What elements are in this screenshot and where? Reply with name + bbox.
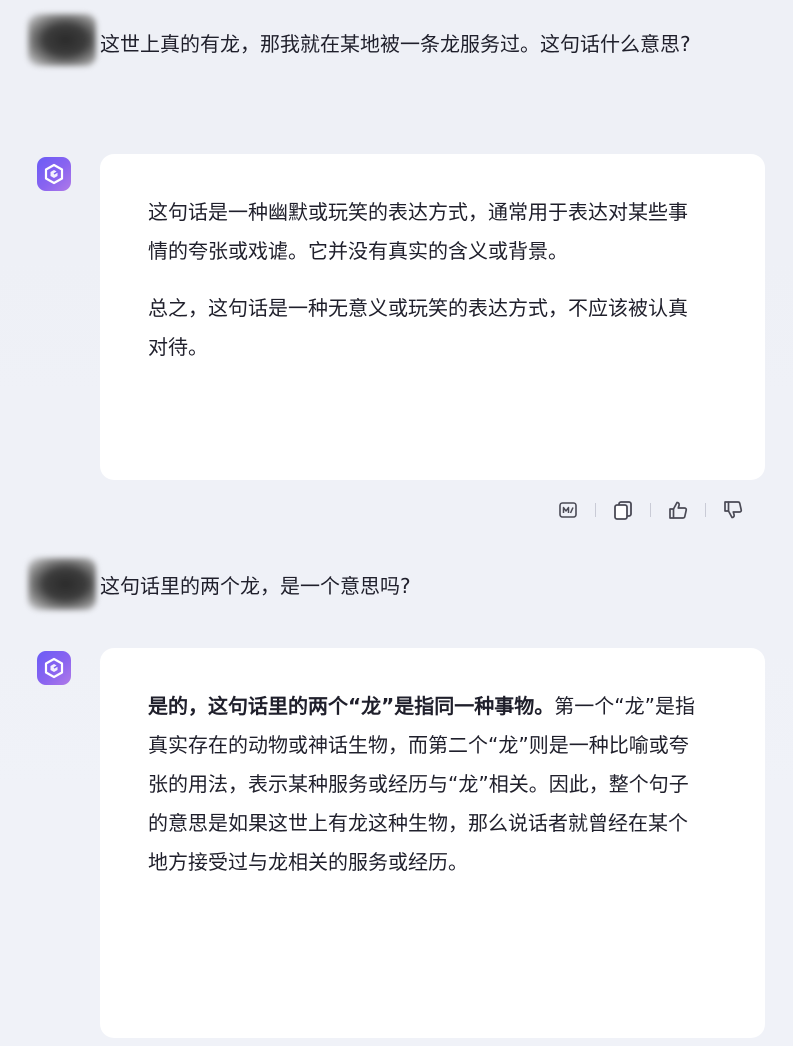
copy-icon: [614, 501, 632, 520]
assistant-message-content: 是的，这句话里的两个“龙”是指同一种事物。第一个“龙”是指真实存在的动物或神话生…: [148, 687, 706, 882]
divider: [705, 503, 706, 517]
dislike-button[interactable]: [718, 495, 748, 525]
assistant-paragraph: 总之，这句话是一种无意义或玩笑的表达方式，不应该被认真对待。: [148, 296, 688, 359]
mindmap-icon: [559, 502, 577, 518]
user-message-text: 这句话里的两个龙，是一个意思吗?: [100, 574, 411, 598]
assistant-avatar: [37, 157, 71, 191]
assistant-message-content: 这句话是一种幽默或玩笑的表达方式，通常用于表达对某些事情的夸张或戏谑。它并没有真…: [148, 193, 705, 367]
assistant-answer-lead: 是的，这句话里的两个“龙”是指同一种事物。: [148, 694, 555, 718]
divider: [595, 503, 596, 517]
assistant-answer-body: 第一个“龙”是指真实存在的动物或神话生物，而第二个“龙”则是一种比喻或夸张的用法…: [148, 694, 696, 874]
like-button[interactable]: [663, 495, 693, 525]
message-actions-toolbar: [553, 494, 748, 526]
assistant-paragraph: 这句话是一种幽默或玩笑的表达方式，通常用于表达对某些事情的夸张或戏谑。它并没有真…: [148, 200, 688, 263]
thumbs-down-icon: [724, 501, 743, 519]
divider: [650, 503, 651, 517]
copy-button[interactable]: [608, 495, 638, 525]
assistant-avatar: [37, 651, 71, 685]
user-avatar: [28, 14, 96, 66]
assistant-logo-icon: [44, 163, 64, 185]
user-message-text: 这世上真的有龙，那我就在某地被一条龙服务过。这句话什么意思?: [100, 32, 691, 56]
user-avatar: [28, 558, 96, 610]
thumbs-up-icon: [669, 501, 688, 519]
mindmap-button[interactable]: [553, 495, 583, 525]
assistant-logo-icon: [44, 657, 64, 679]
